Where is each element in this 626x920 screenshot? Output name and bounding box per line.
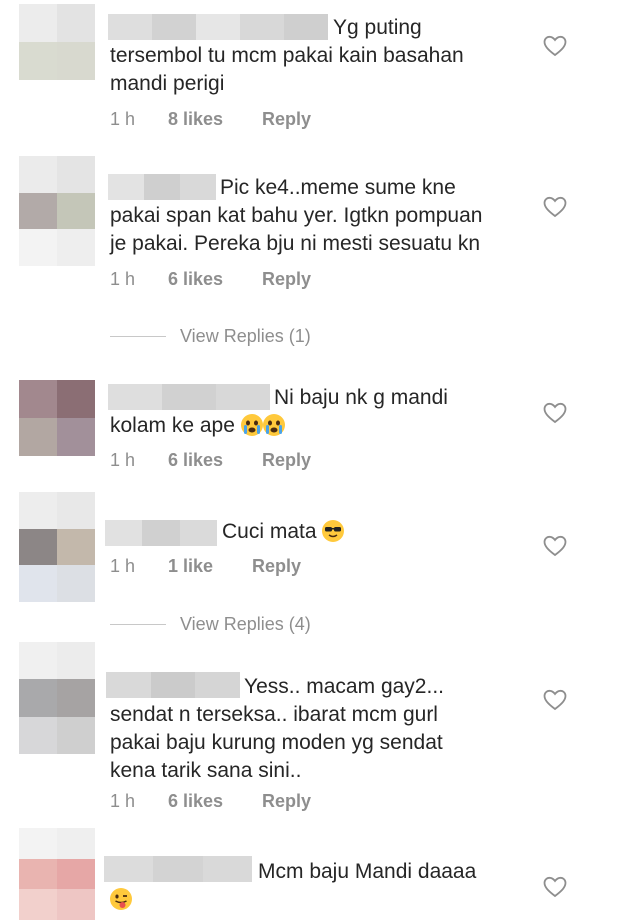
comment-text: kolam ke ape: [110, 412, 530, 440]
username-blurred[interactable]: [108, 174, 216, 200]
tongue-emoji: [110, 888, 132, 910]
likes-link[interactable]: 1 like: [168, 556, 252, 577]
username-blurred[interactable]: [105, 520, 217, 546]
comment-text-first: Yg puting: [333, 16, 422, 39]
heart-outline-icon[interactable]: [543, 402, 567, 424]
avatar[interactable]: [19, 380, 95, 456]
comment-text: Cuci mata: [222, 518, 482, 546]
comment-meta: 1 h 6 likes Reply: [110, 450, 311, 471]
heart-outline-icon[interactable]: [543, 35, 567, 57]
heart-outline-icon[interactable]: [543, 689, 567, 711]
comment-meta: 1 h 8 likes Reply: [110, 109, 311, 130]
comment-text: tersembol tu mcm pakai kain basahan mand…: [110, 44, 464, 95]
reply-button[interactable]: Reply: [262, 109, 311, 130]
likes-link[interactable]: 8 likes: [168, 109, 262, 130]
view-replies-button[interactable]: View Replies (4): [110, 614, 311, 635]
likes-link[interactable]: 6 likes: [168, 791, 262, 812]
reply-button[interactable]: Reply: [262, 450, 311, 471]
sunglasses-emoji: [322, 520, 345, 542]
view-replies-button[interactable]: View Replies (1): [110, 326, 311, 347]
comment-text: pakai span kat bahu yer. Igtkn pompuan j…: [110, 204, 483, 255]
comment-text: sendat n terseksa.. ibarat mcm gurl paka…: [110, 703, 443, 782]
heart-outline-icon[interactable]: [543, 196, 567, 218]
username-blurred[interactable]: [108, 384, 270, 410]
comment-time: 1 h: [110, 556, 136, 576]
comment-time: 1 h: [110, 450, 136, 470]
likes-link[interactable]: 6 likes: [168, 269, 262, 290]
crying-emoji: [240, 414, 263, 436]
reply-button[interactable]: Reply: [262, 269, 311, 290]
comment-time: 1 h: [110, 269, 136, 289]
username-blurred[interactable]: [106, 672, 241, 698]
comment-time: 1 h: [110, 109, 136, 129]
comment-text-part: kolam ke ape: [110, 414, 235, 437]
divider-line: [110, 624, 166, 625]
heart-outline-icon[interactable]: [543, 876, 567, 898]
comment-time: 1 h: [110, 791, 136, 811]
divider-line: [110, 336, 166, 337]
comment-text-first: Yess.. macam gay2...: [244, 675, 444, 698]
comment-meta: 1 h 6 likes Reply: [110, 269, 311, 290]
avatar[interactable]: [19, 4, 95, 80]
likes-link[interactable]: 6 likes: [168, 450, 262, 471]
comment-text-first: Pic ke4..meme sume kne: [220, 176, 456, 199]
view-replies-label: View Replies (4): [180, 614, 311, 634]
avatar[interactable]: [19, 828, 95, 920]
comment-meta: 1 h 1 like Reply: [110, 556, 301, 577]
reply-button[interactable]: Reply: [262, 791, 311, 812]
comment-meta: 1 h 6 likes Reply: [110, 791, 311, 812]
crying-emoji: [262, 414, 285, 436]
avatar[interactable]: [19, 156, 95, 266]
username-blurred[interactable]: [104, 856, 252, 882]
comment-text-first: Ni baju nk g mandi: [274, 386, 448, 409]
comment-text: [110, 886, 530, 914]
heart-outline-icon[interactable]: [543, 535, 567, 557]
comment-text-first: Mcm baju Mandi daaaa: [258, 860, 477, 883]
reply-button[interactable]: Reply: [252, 556, 301, 577]
avatar[interactable]: [19, 642, 95, 754]
username-blurred[interactable]: [108, 14, 328, 40]
view-replies-label: View Replies (1): [180, 326, 311, 346]
avatar[interactable]: [19, 492, 95, 602]
comment-text-part: Cuci mata: [222, 520, 317, 543]
